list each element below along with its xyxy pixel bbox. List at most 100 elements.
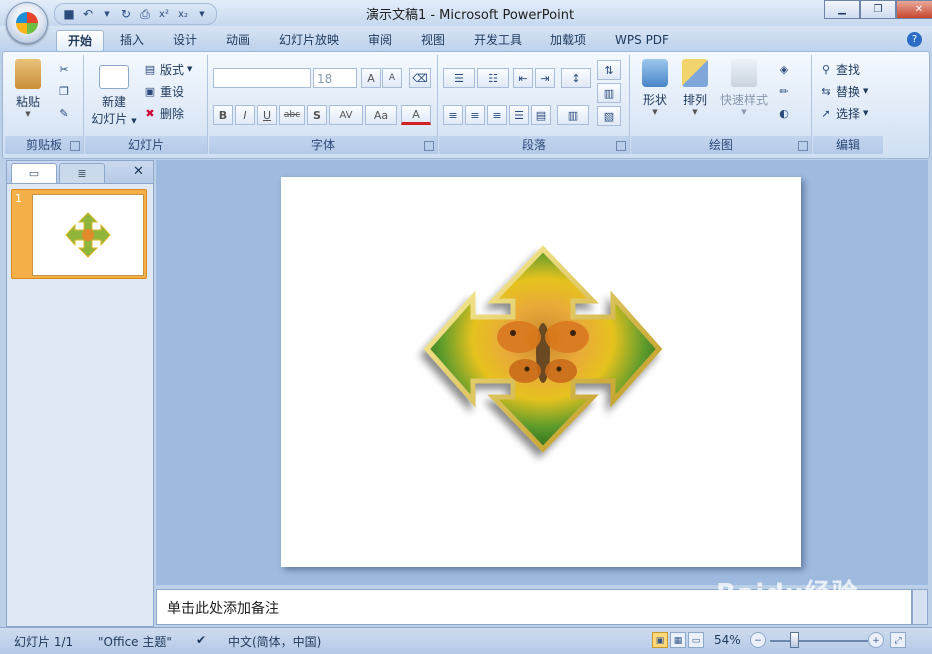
text-direction-icon: ⇅ [604, 63, 614, 77]
text-direction-button[interactable]: ⇅ [597, 60, 621, 80]
zoom-slider-thumb[interactable] [789, 632, 799, 648]
slide-show-view-button[interactable]: ▭ [688, 632, 704, 648]
redo-icon[interactable]: ↻ [118, 6, 134, 22]
find-button[interactable]: ⚲ 查找 [819, 59, 860, 79]
font-launcher-icon[interactable] [424, 141, 434, 151]
four-way-arrow-shape[interactable] [281, 177, 801, 567]
select-button[interactable]: ➚ 选择 ▼ [819, 103, 868, 123]
superscript-icon[interactable]: x² [156, 6, 172, 22]
font-size-select[interactable]: 18 [313, 68, 357, 88]
align-text-button[interactable]: ▥ [597, 83, 621, 103]
spell-check-icon[interactable]: ✔ [196, 633, 206, 647]
text-shadow-button[interactable]: S [307, 105, 327, 125]
undo-icon[interactable]: ↶ [80, 6, 96, 22]
delete-slide-button[interactable]: ✖ 删除 [143, 103, 184, 123]
dropdown-arrow-icon[interactable]: ▼ [99, 6, 115, 22]
save-icon[interactable]: ■ [61, 6, 77, 22]
minimize-button[interactable]: ▁ [824, 0, 860, 19]
shape-effects-button[interactable]: ◐ [777, 103, 791, 123]
zoom-in-button[interactable]: + [868, 632, 884, 648]
replace-button[interactable]: ⇆ 替换 ▼ [819, 81, 868, 101]
notes-scrollbar[interactable] [912, 589, 928, 625]
character-spacing-button[interactable]: AV [329, 105, 363, 125]
cut-button[interactable]: ✂ [57, 59, 71, 79]
justify-button[interactable]: ☰ [509, 105, 529, 125]
tab-insert[interactable]: 插入 [110, 30, 154, 50]
bullets-button[interactable]: ☰ [443, 68, 475, 88]
underline-button[interactable]: U [257, 105, 277, 125]
grow-font-button[interactable]: A [361, 68, 381, 88]
clipboard-launcher-icon[interactable] [70, 141, 80, 151]
paragraph-launcher-icon[interactable] [616, 141, 626, 151]
slide-thumbnail[interactable]: 1 [11, 189, 147, 279]
ribbon: 粘贴 ▼ ✂ ❐ ✎ 剪贴板 新建 幻灯片 ▼ ▤ 版式 ▼ ▣ 重设 ✖ 删除 幻灯片… [2, 51, 930, 159]
shapes-button[interactable]: 形状 ▼ [637, 59, 673, 116]
slide-sorter-view-button[interactable]: ▦ [670, 632, 686, 648]
tab-design[interactable]: 设计 [163, 30, 207, 50]
subscript-icon[interactable]: x₂ [175, 6, 191, 22]
line-spacing-icon: ↕ [571, 71, 581, 85]
drawing-launcher-icon[interactable] [798, 141, 808, 151]
slide-canvas[interactable] [281, 177, 801, 567]
align-left-button[interactable]: ≡ [443, 105, 463, 125]
find-label: 查找 [836, 62, 861, 77]
align-right-button[interactable]: ≡ [487, 105, 507, 125]
bold-button[interactable]: B [213, 105, 233, 125]
new-slide-button[interactable]: 新建 幻灯片 ▼ [89, 59, 139, 127]
align-center-button[interactable]: ≡ [465, 105, 485, 125]
tab-wps-pdf[interactable]: WPS PDF [606, 30, 678, 50]
numbering-button[interactable]: ☷ [477, 68, 509, 88]
smartart-button[interactable]: ▧ [597, 106, 621, 126]
slide-count-status: 幻灯片 1/1 [14, 635, 74, 649]
change-case-button[interactable]: Aa [365, 105, 397, 125]
paste-button[interactable]: 粘贴 ▼ [11, 59, 45, 118]
tab-slide-show[interactable]: 幻灯片放映 [270, 30, 348, 50]
format-painter-button[interactable]: ✎ [57, 103, 71, 123]
fit-to-window-button[interactable]: ⤢ [890, 632, 906, 648]
clipboard-group: 粘贴 ▼ ✂ ❐ ✎ 剪贴板 [5, 55, 84, 154]
outline-tab[interactable]: ≣ [59, 163, 105, 183]
layout-button[interactable]: ▤ 版式 ▼ [143, 59, 193, 79]
quick-styles-button[interactable]: 快速样式 ▼ [717, 59, 771, 116]
font-color-label: A [412, 107, 420, 121]
print-preview-icon[interactable]: ⎙ [137, 6, 153, 22]
character-spacing-label: AV [339, 109, 353, 121]
tab-add-ins[interactable]: 加载项 [540, 30, 596, 50]
reset-label: 重设 [160, 84, 185, 99]
slides-tab[interactable]: ▭ [11, 163, 57, 183]
align-left-icon: ≡ [448, 108, 458, 122]
line-spacing-button[interactable]: ↕ [561, 68, 591, 88]
tab-view[interactable]: 视图 [411, 30, 455, 50]
tab-home[interactable]: 开始 [56, 30, 104, 51]
arrange-button[interactable]: 排列 ▼ [677, 59, 713, 116]
maximize-button[interactable]: ❐ [860, 0, 896, 19]
clear-formatting-button[interactable]: ⌫ [409, 68, 431, 88]
shrink-font-button[interactable]: A [382, 68, 402, 88]
zoom-slider-track[interactable] [770, 640, 868, 642]
font-color-button[interactable]: A [401, 105, 431, 125]
copy-button[interactable]: ❐ [57, 81, 71, 101]
shape-fill-button[interactable]: ◈ [777, 59, 791, 79]
zoom-out-button[interactable]: − [750, 632, 766, 648]
decrease-indent-button[interactable]: ⇤ [513, 68, 533, 88]
italic-button[interactable]: I [235, 105, 255, 125]
strikethrough-button[interactable]: abc [279, 105, 305, 125]
office-button[interactable] [6, 2, 48, 44]
columns-button[interactable]: ▥ [557, 105, 589, 125]
normal-view-button[interactable]: ▣ [652, 632, 668, 648]
outline-tab-icon: ≣ [77, 167, 87, 180]
paragraph-group: ☰ ☷ ⇤ ⇥ ↕ ⇅ ▥ ▧ ≡ ≡ ≡ ☰ ▤ ▥ 段落 [439, 55, 630, 154]
tab-animations[interactable]: 动画 [216, 30, 260, 50]
increase-indent-button[interactable]: ⇥ [535, 68, 555, 88]
tab-developer[interactable]: 开发工具 [466, 30, 530, 50]
shape-outline-button[interactable]: ✏ [777, 81, 791, 101]
customize-icon[interactable]: ▼ [194, 6, 210, 22]
tab-review[interactable]: 审阅 [358, 30, 402, 50]
font-name-select[interactable] [213, 68, 311, 88]
reset-button[interactable]: ▣ 重设 [143, 81, 184, 101]
help-icon[interactable]: ? [907, 32, 922, 47]
distribute-button[interactable]: ▤ [531, 105, 551, 125]
close-panel-icon[interactable]: ✕ [133, 164, 144, 179]
close-button[interactable]: ✕ [896, 0, 932, 19]
editing-group: ⚲ 查找 ⇆ 替换 ▼ ➚ 选择 ▼ 编辑 [813, 55, 883, 154]
